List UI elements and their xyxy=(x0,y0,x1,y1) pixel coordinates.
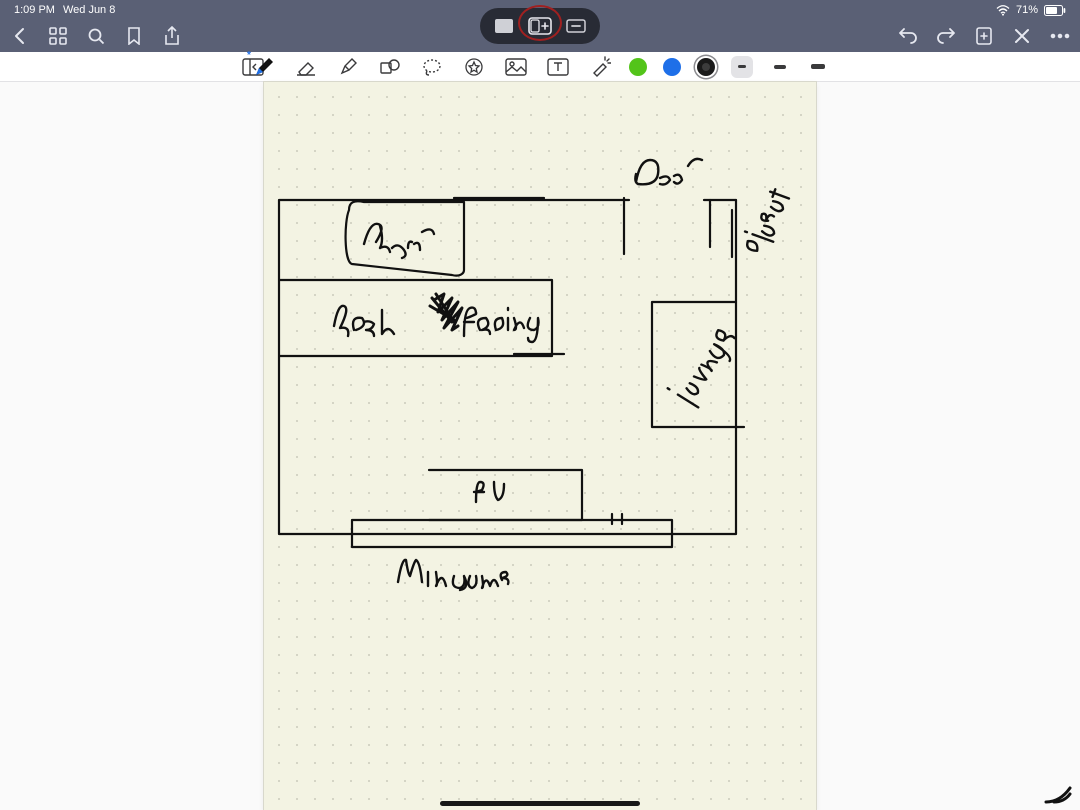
color-black[interactable] xyxy=(697,58,715,76)
lasso-tool[interactable] xyxy=(419,54,445,80)
canvas-area[interactable] xyxy=(0,82,1080,810)
home-indicator[interactable] xyxy=(440,801,640,806)
wifi-icon xyxy=(996,5,1010,16)
thickness-medium[interactable] xyxy=(769,56,791,78)
thickness-small[interactable] xyxy=(731,56,753,78)
more-button[interactable] xyxy=(1050,26,1070,46)
battery-icon xyxy=(1044,5,1066,16)
bookmark-button[interactable] xyxy=(124,26,144,46)
splitview-plus-icon[interactable] xyxy=(528,14,552,38)
status-left: 1:09 PM Wed Jun 8 xyxy=(14,4,115,16)
add-page-button[interactable] xyxy=(974,26,994,46)
highlighter-tool[interactable] xyxy=(335,54,361,80)
sticker-tool[interactable] xyxy=(461,54,487,80)
color-green[interactable] xyxy=(629,58,647,76)
slideover-icon[interactable] xyxy=(564,14,588,38)
status-date: Wed Jun 8 xyxy=(63,4,115,16)
fullscreen-icon[interactable] xyxy=(492,14,516,38)
status-right: 71% xyxy=(996,4,1066,16)
back-button[interactable] xyxy=(10,26,30,46)
quick-note-corner-icon[interactable] xyxy=(1036,768,1072,804)
bluetooth-badge: * xyxy=(247,50,251,61)
share-button[interactable] xyxy=(162,26,182,46)
thumbnails-button[interactable] xyxy=(48,26,68,46)
note-page[interactable] xyxy=(264,82,816,810)
undo-button[interactable] xyxy=(898,26,918,46)
close-button[interactable] xyxy=(1012,26,1032,46)
eraser-tool[interactable] xyxy=(293,54,319,80)
shape-tool[interactable] xyxy=(377,54,403,80)
textbox-tool[interactable] xyxy=(545,54,571,80)
image-tool[interactable] xyxy=(503,54,529,80)
multitask-pill[interactable] xyxy=(480,8,600,44)
sketch-content xyxy=(264,82,816,810)
redo-button[interactable] xyxy=(936,26,956,46)
search-button[interactable] xyxy=(86,26,106,46)
editor-toolbar: * xyxy=(0,52,1080,82)
laser-tool[interactable] xyxy=(587,54,613,80)
pen-tool[interactable]: * xyxy=(251,54,277,80)
battery-percent: 71% xyxy=(1016,4,1038,16)
status-time: 1:09 PM xyxy=(14,4,55,16)
thickness-large[interactable] xyxy=(807,56,829,78)
color-blue[interactable] xyxy=(663,58,681,76)
